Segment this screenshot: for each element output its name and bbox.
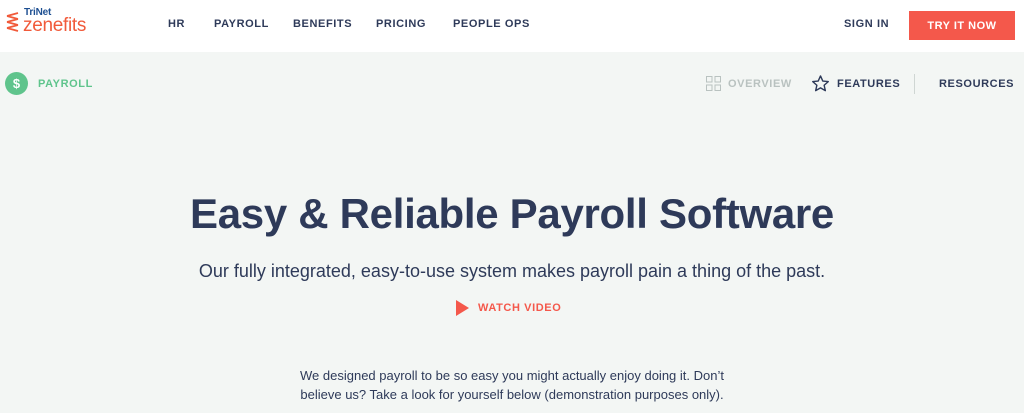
- nav-item-payroll[interactable]: PAYROLL: [214, 18, 269, 30]
- nav-item-pricing[interactable]: PRICING: [376, 18, 426, 30]
- intro-line-2: believe us? Take a look for yourself bel…: [300, 387, 724, 402]
- watch-video-label: WATCH VIDEO: [478, 302, 562, 314]
- subnav-features[interactable]: FEATURES: [837, 78, 900, 90]
- nav-item-benefits[interactable]: BENEFITS: [293, 18, 352, 30]
- intro-paragraph: We designed payroll to be so easy you mi…: [270, 366, 754, 404]
- subnav-overview[interactable]: OVERVIEW: [728, 78, 792, 90]
- subnav-section-label[interactable]: PAYROLL: [38, 78, 93, 90]
- subnav-divider: [914, 74, 915, 94]
- intro-line-1: We designed payroll to be so easy you mi…: [300, 368, 724, 383]
- logo-name-text: zenefits: [23, 15, 87, 36]
- top-navigation: TriNet zenefits HR PAYROLL BENEFITS PRIC…: [0, 0, 1024, 52]
- grid-icon: [706, 76, 721, 91]
- nav-item-people-ops[interactable]: PEOPLE OPS: [453, 18, 530, 30]
- dollar-icon: $: [5, 72, 28, 95]
- star-icon: [812, 75, 829, 92]
- play-icon: [456, 300, 469, 316]
- nav-item-hr[interactable]: HR: [168, 18, 185, 30]
- logo[interactable]: TriNet zenefits: [6, 7, 106, 40]
- hero-subtitle: Our fully integrated, easy-to-use system…: [198, 261, 826, 281]
- try-it-now-button[interactable]: TRY IT NOW: [909, 11, 1015, 40]
- subnav-resources[interactable]: RESOURCES: [939, 78, 1014, 90]
- sign-in-link[interactable]: SIGN IN: [844, 18, 889, 30]
- zenefits-mark-icon: [6, 12, 19, 32]
- hero-title: Easy & Reliable Payroll Software: [189, 190, 834, 237]
